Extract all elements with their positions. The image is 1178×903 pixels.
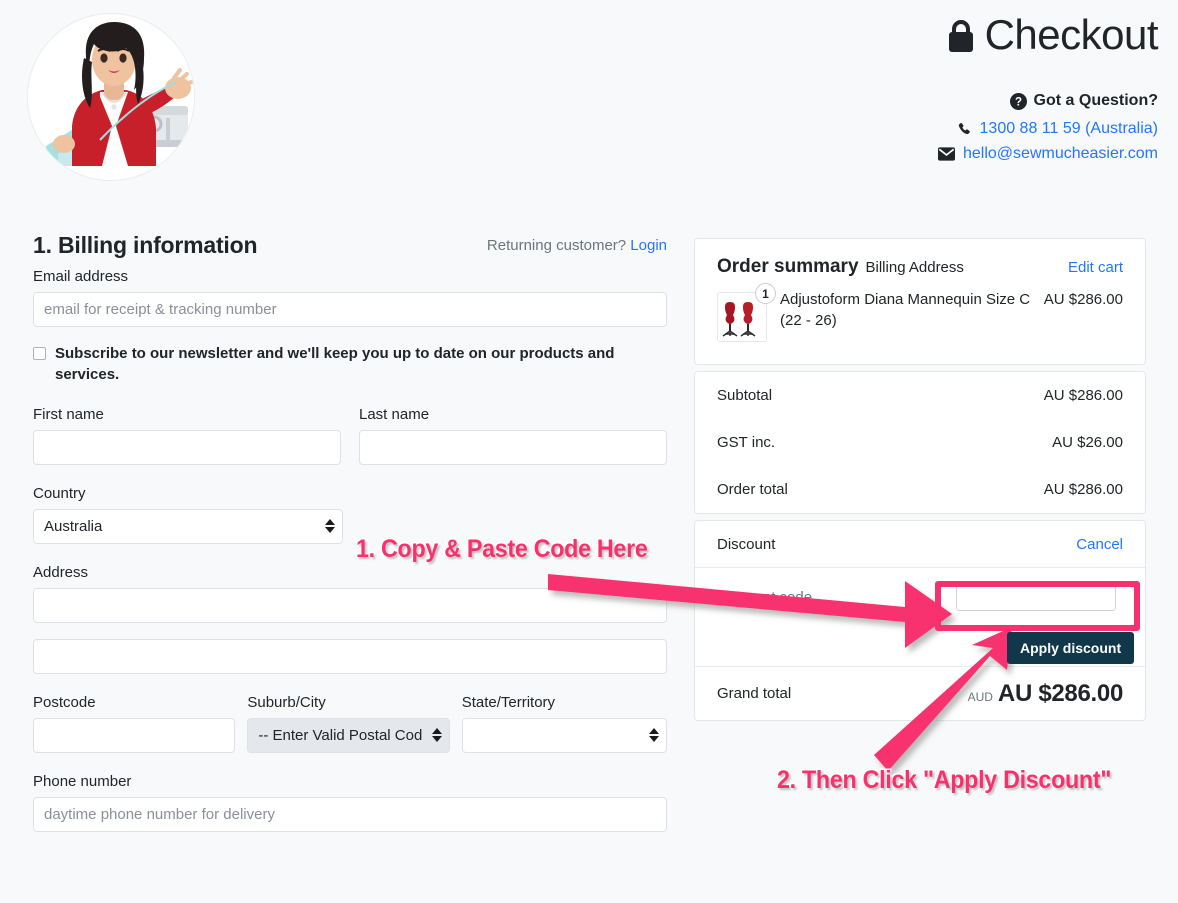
address-line2-input[interactable] [33,638,667,674]
apply-discount-button[interactable]: Apply discount [1007,632,1135,664]
address-line1-input[interactable] [33,587,667,623]
name-fields-row: First name Last name [33,406,667,465]
page-title: Checkout [947,11,1159,58]
phone-group: Phone number [33,773,667,832]
order-item-price: AU $286.00 [1043,291,1123,308]
suburb-select-wrap[interactable]: -- Enter Valid Postal Cod [247,717,450,753]
first-name-label: First name [33,405,104,423]
order-item-row: 1 Adjustoform Diana Mannequin Size C (22… [695,283,1145,364]
address-line2-group [33,638,667,674]
newsletter-subscribe-row[interactable]: Subscribe to our newsletter and we'll ke… [33,343,667,386]
gst-row: GST inc. AU $26.00 [695,419,1145,466]
order-summary-header: Order summary Billing Address Edit cart [695,239,1145,284]
got-a-question-label: Got a Question? [1033,92,1158,109]
envelope-icon [938,147,955,161]
email-field-group: Email address [33,268,667,327]
grand-total-amount: AU $286.00 [997,679,1123,707]
order-item-quantity-badge: 1 [755,283,776,304]
email-label: Email address [33,268,129,285]
postcode-label: Postcode [33,693,96,711]
grand-total-currency: AUD [967,689,993,704]
order-summary-subtitle: Billing Address [865,259,964,276]
svg-text:?: ? [1015,96,1022,108]
country-label: Country [33,484,86,502]
login-link[interactable]: Login [630,237,667,254]
country-group: Country Australia [33,485,667,544]
phone-icon [957,122,972,137]
discount-cancel-link[interactable]: Cancel [1076,536,1123,553]
country-select[interactable]: Australia [33,508,343,544]
phone-link[interactable]: 1300 88 11 59 (Australia) [980,120,1158,138]
state-select-wrap[interactable] [461,717,667,753]
grand-total-value-wrap: AUD AU $286.00 [967,679,1124,708]
discount-code-label: Discount code [717,589,813,606]
state-label: State/Territory [461,693,556,711]
discount-header: Discount Cancel [695,521,1145,568]
discount-code-input[interactable] [956,581,1116,611]
state-select[interactable] [461,717,667,753]
location-fields-row: Postcode Suburb/City -- Enter Valid Post… [33,694,667,753]
order-totals-card: Subtotal AU $286.00 GST inc. AU $26.00 O… [694,371,1146,514]
grand-total-row: Grand total AUD AU $286.00 [695,667,1145,720]
suburb-select-value: -- Enter Valid Postal Cod [258,726,423,744]
annotation-step-2: 2. Then Click "Apply Discount" [776,765,1113,796]
discount-label: Discount [717,535,776,553]
phone-contact[interactable]: 1300 88 11 59 (Australia) [957,120,1158,138]
subtotal-row: Subtotal AU $286.00 [695,372,1145,419]
billing-header: 1. Billing information Returning custome… [33,232,667,268]
postcode-input[interactable] [33,717,236,753]
suburb-group: Suburb/City -- Enter Valid Postal Cod [247,693,450,753]
returning-customer: Returning customer? Login [487,237,667,254]
address-label: Address [33,563,89,581]
gst-value: AU $26.00 [1052,434,1123,451]
country-select-value: Australia [44,517,103,535]
email-input[interactable] [33,292,667,327]
grand-total-label: Grand total [717,685,792,702]
order-total-value: AU $286.00 [1043,481,1123,498]
order-summary-title: Order summary [717,256,859,277]
postcode-group: Postcode [33,693,236,753]
subtotal-label: Subtotal [717,387,773,404]
gst-label: GST inc. [717,434,776,451]
edit-cart-link[interactable]: Edit cart [1068,259,1123,276]
country-select-wrap[interactable]: Australia [33,508,343,544]
address-group: Address [33,564,667,623]
phone-number-input[interactable] [33,796,667,832]
state-group: State/Territory [461,693,667,753]
first-name-group: First name [33,406,341,465]
suburb-label: Suburb/City [247,693,326,711]
suburb-select[interactable]: -- Enter Valid Postal Cod [247,717,450,753]
newsletter-checkbox[interactable] [33,347,46,360]
avatar-logo [27,13,195,181]
page-header: Checkout ? Got a Question? 1300 88 11 59… [0,0,1178,200]
last-name-label: Last name [359,405,430,423]
first-name-input[interactable] [33,429,341,465]
email-link[interactable]: hello@sewmucheasier.com [963,145,1158,163]
lock-icon [947,18,975,52]
order-total-label: Order total [717,481,788,498]
discount-card: Discount Cancel Discount code Grand tota… [694,520,1146,721]
email-contact[interactable]: hello@sewmucheasier.com [938,145,1158,163]
got-a-question: ? Got a Question? [1009,92,1158,110]
newsletter-label: Subscribe to our newsletter and we'll ke… [55,345,615,384]
billing-information-section: 1. Billing information Returning custome… [33,232,667,832]
phone-number-label: Phone number [33,772,132,790]
subtotal-value: AU $286.00 [1043,387,1123,404]
order-summary-card: Order summary Billing Address Edit cart [694,238,1146,365]
order-item-thumb-wrap: 1 [717,283,776,342]
last-name-group: Last name [359,406,667,465]
returning-customer-label: Returning customer? [486,237,627,254]
question-circle-icon: ? [1009,92,1027,110]
last-name-input[interactable] [359,429,667,465]
order-item-name: Adjustoform Diana Mannequin Size C (22 -… [780,291,1031,329]
page-title-text: Checkout [984,11,1159,58]
order-total-row: Order total AU $286.00 [695,466,1145,513]
